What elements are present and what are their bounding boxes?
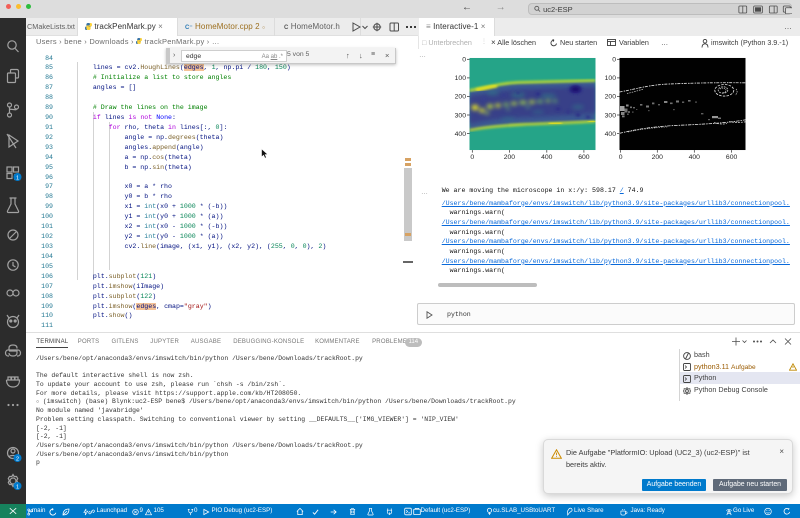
svg-text:400: 400 (455, 130, 467, 137)
svg-text:600: 600 (578, 154, 590, 161)
svg-text:600: 600 (726, 154, 738, 161)
svg-text:200: 200 (605, 93, 617, 100)
svg-text:400: 400 (605, 130, 617, 137)
svg-text:1: 1 (16, 176, 19, 182)
svg-text:100: 100 (455, 75, 467, 82)
svg-text:300: 300 (605, 112, 617, 119)
svg-text:0: 0 (612, 56, 616, 63)
svg-text:400: 400 (689, 154, 701, 161)
svg-text:200: 200 (652, 154, 664, 161)
svg-text:400: 400 (541, 154, 553, 161)
svg-text:2: 2 (16, 457, 19, 463)
svg-text:0: 0 (462, 56, 466, 63)
svg-text:0: 0 (470, 154, 474, 161)
svg-text:0: 0 (619, 154, 623, 161)
svg-text:200: 200 (504, 154, 516, 161)
svg-text:100: 100 (605, 75, 617, 82)
svg-text:1: 1 (16, 485, 19, 491)
svg-text:300: 300 (455, 112, 467, 119)
svg-text:200: 200 (455, 93, 467, 100)
